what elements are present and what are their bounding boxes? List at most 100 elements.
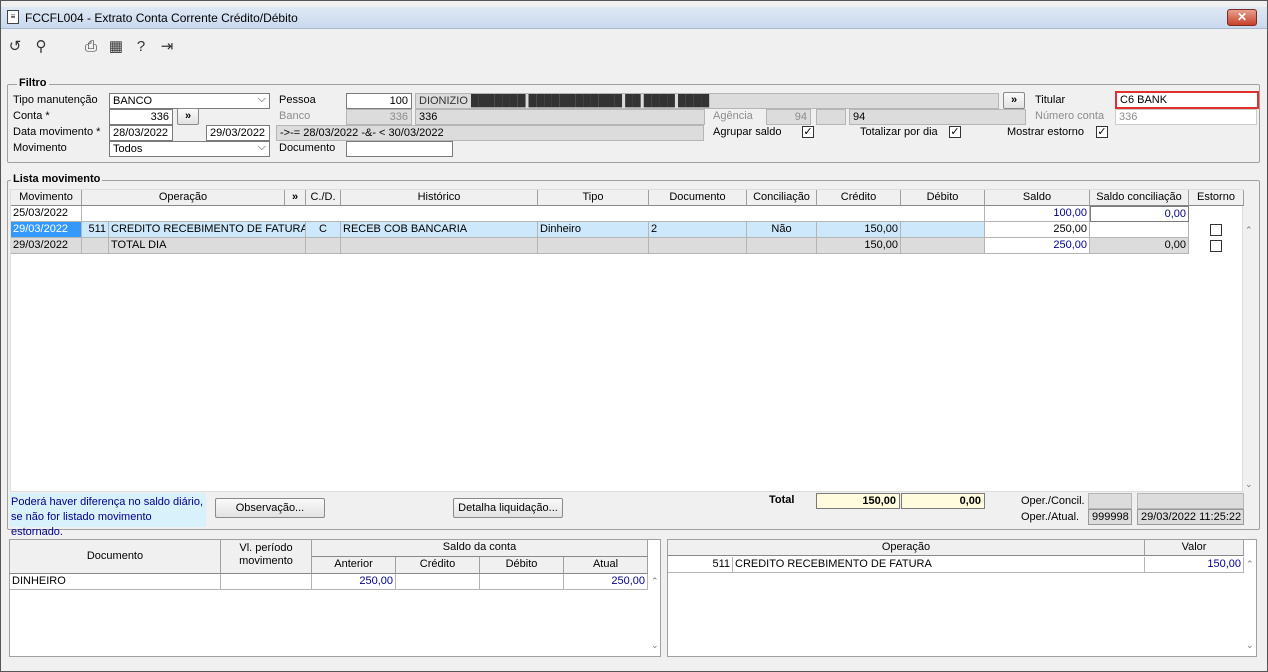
filtro-legend: Filtro bbox=[17, 77, 49, 89]
mostrar-estorno-label: Mostrar estorno bbox=[1007, 126, 1085, 138]
col-estorno[interactable]: Estorno bbox=[1189, 190, 1244, 206]
col-debito[interactable]: Débito bbox=[901, 190, 985, 206]
oper-atual-code: 999998 bbox=[1088, 509, 1132, 525]
scroll-down-icon[interactable]: ⌄ bbox=[1245, 479, 1253, 490]
cell-op-code: 511 bbox=[82, 222, 109, 238]
col-operacao[interactable]: Operação bbox=[668, 540, 1145, 556]
col-more[interactable]: » bbox=[285, 190, 306, 206]
cell-documento bbox=[649, 238, 747, 254]
cell-valor: 150,00 bbox=[1145, 557, 1244, 573]
cell-operacao: CREDITO RECEBIMENTO DE FATURA bbox=[109, 222, 306, 238]
close-button[interactable]: ✕ bbox=[1227, 9, 1257, 26]
pessoa-label: Pessoa bbox=[279, 94, 316, 106]
cell-credito bbox=[396, 574, 480, 590]
totalizar-checkbox[interactable]: ✓ bbox=[949, 126, 961, 138]
pessoa-lookup-button[interactable]: » bbox=[1003, 92, 1025, 109]
col-conciliacao[interactable]: Conciliação bbox=[747, 190, 817, 206]
titular-input[interactable]: C6 BANK bbox=[1115, 91, 1259, 109]
data-fim-input[interactable]: 29/03/2022 bbox=[206, 125, 270, 141]
estorno-checkbox[interactable] bbox=[1210, 240, 1222, 252]
cell-movimento: 25/03/2022 bbox=[11, 206, 82, 222]
cell-conciliacao bbox=[747, 238, 817, 254]
cell-saldo: 250,00 bbox=[985, 222, 1090, 238]
col-historico[interactable]: Histórico bbox=[341, 190, 538, 206]
cell-saldo-conciliacao[interactable] bbox=[1090, 222, 1189, 238]
col-cd[interactable]: C./D. bbox=[306, 190, 341, 206]
title-bar: ≡ FCCFL004 - Extrato Conta Corrente Créd… bbox=[1, 7, 1267, 29]
undo-icon[interactable]: ↺ bbox=[6, 38, 24, 56]
note-line: Poderá haver diferença no saldo diário, bbox=[11, 496, 204, 508]
movimento-select[interactable]: Todos bbox=[109, 141, 270, 157]
agrupar-saldo-checkbox[interactable]: ✓ bbox=[802, 126, 814, 138]
totalizar-label: Totalizar por dia bbox=[860, 126, 938, 138]
agencia-name: 94 bbox=[849, 109, 1026, 125]
scroll-down-icon[interactable]: ⌄ bbox=[651, 640, 659, 651]
cell-credito: 150,00 bbox=[817, 238, 901, 254]
data-expression: ->-= 28/03/2022 -&- < 30/03/2022 bbox=[276, 125, 704, 141]
oper-atual-label: Oper./Atual. bbox=[1021, 511, 1080, 523]
calendar-icon[interactable]: ▦ bbox=[107, 38, 125, 56]
col-debito[interactable]: Débito bbox=[480, 557, 564, 574]
documento-input[interactable] bbox=[346, 141, 453, 157]
exit-icon[interactable]: ⇥ bbox=[158, 38, 176, 56]
total-debito: 0,00 bbox=[901, 493, 985, 509]
cell-movimento[interactable]: 29/03/2022 bbox=[11, 222, 82, 238]
col-saldo[interactable]: Saldo bbox=[985, 190, 1090, 206]
conta-lookup-button[interactable]: » bbox=[177, 108, 199, 125]
help-icon[interactable]: ? bbox=[132, 38, 150, 56]
col-valor[interactable]: Valor bbox=[1145, 540, 1244, 556]
scroll-up-icon[interactable]: ⌃ bbox=[1246, 559, 1254, 570]
cell-tipo bbox=[538, 238, 649, 254]
tipo-manutencao-select[interactable]: BANCO bbox=[109, 93, 270, 109]
col-operacao[interactable]: Operação bbox=[82, 190, 285, 206]
oper-concil-label: Oper./Concil. bbox=[1021, 495, 1085, 507]
print-icon[interactable]: ⎙ bbox=[82, 38, 100, 56]
mostrar-estorno-checkbox[interactable]: ✓ bbox=[1096, 126, 1108, 138]
movimento-grid: Movimento Operação » C./D. Histórico Tip… bbox=[10, 189, 1244, 492]
col-atual[interactable]: Atual bbox=[564, 557, 648, 574]
cell-tipo: Dinheiro bbox=[538, 222, 649, 238]
col-tipo[interactable]: Tipo bbox=[538, 190, 649, 206]
cell-movimento: 29/03/2022 bbox=[11, 238, 82, 254]
oper-concil-date bbox=[1137, 493, 1244, 509]
scroll-down-icon[interactable]: ⌄ bbox=[1246, 640, 1254, 651]
detalha-liquidacao-button[interactable]: Detalha liquidação... bbox=[453, 498, 563, 518]
data-inicio-input[interactable]: 28/03/2022 bbox=[109, 125, 173, 141]
numero-conta-label: Número conta bbox=[1035, 110, 1105, 122]
col-saldo-conciliacao[interactable]: Saldo conciliação bbox=[1090, 190, 1189, 206]
col-anterior[interactable]: Anterior bbox=[312, 557, 396, 574]
agencia-digit bbox=[816, 109, 846, 125]
cell-saldo-conciliacao[interactable]: 0,00 bbox=[1090, 206, 1189, 222]
agencia-label: Agência bbox=[713, 110, 753, 122]
pessoa-code-input[interactable]: 100 bbox=[346, 93, 412, 109]
scroll-up-icon[interactable]: ⌃ bbox=[1245, 225, 1253, 236]
col-documento[interactable]: Documento bbox=[649, 190, 747, 206]
cell-operacao: TOTAL DIA bbox=[109, 238, 306, 254]
numero-conta-input[interactable]: 336 bbox=[1115, 109, 1257, 125]
cell-debito bbox=[480, 574, 564, 590]
total-label: Total bbox=[769, 494, 795, 506]
col-credito[interactable]: Crédito bbox=[396, 557, 480, 574]
agencia-code: 94 bbox=[766, 109, 811, 125]
document-icon: ≡ bbox=[7, 10, 19, 24]
cell-documento: DINHEIRO bbox=[10, 574, 221, 590]
col-credito[interactable]: Crédito bbox=[817, 190, 901, 206]
col-documento[interactable]: Documento bbox=[10, 540, 221, 574]
search-icon[interactable]: ⚲ bbox=[32, 38, 50, 56]
cell-conciliacao: Não bbox=[747, 222, 817, 238]
col-vl-periodo[interactable]: Vl. período movimento bbox=[221, 540, 312, 574]
observacao-button[interactable]: Observação... bbox=[215, 498, 325, 518]
scroll-up-icon[interactable]: ⌃ bbox=[651, 576, 659, 587]
cell-historico: RECEB COB BANCARIA bbox=[341, 222, 538, 238]
banco-name: 336 bbox=[415, 109, 705, 125]
window-title: FCCFL004 - Extrato Conta Corrente Crédit… bbox=[25, 11, 298, 25]
agrupar-saldo-label: Agrupar saldo bbox=[713, 126, 782, 138]
cell-op-code: 511 bbox=[668, 557, 733, 573]
conta-input[interactable]: 336 bbox=[109, 109, 173, 125]
data-movimento-label: Data movimento * bbox=[13, 126, 101, 138]
main-window: ≡ FCCFL004 - Extrato Conta Corrente Créd… bbox=[0, 0, 1268, 672]
estorno-checkbox[interactable] bbox=[1210, 224, 1222, 236]
movimento-label: Movimento bbox=[13, 142, 67, 154]
col-movimento[interactable]: Movimento bbox=[11, 190, 82, 206]
saldo-documento-grid: Documento Vl. período movimento Saldo da… bbox=[9, 539, 661, 657]
